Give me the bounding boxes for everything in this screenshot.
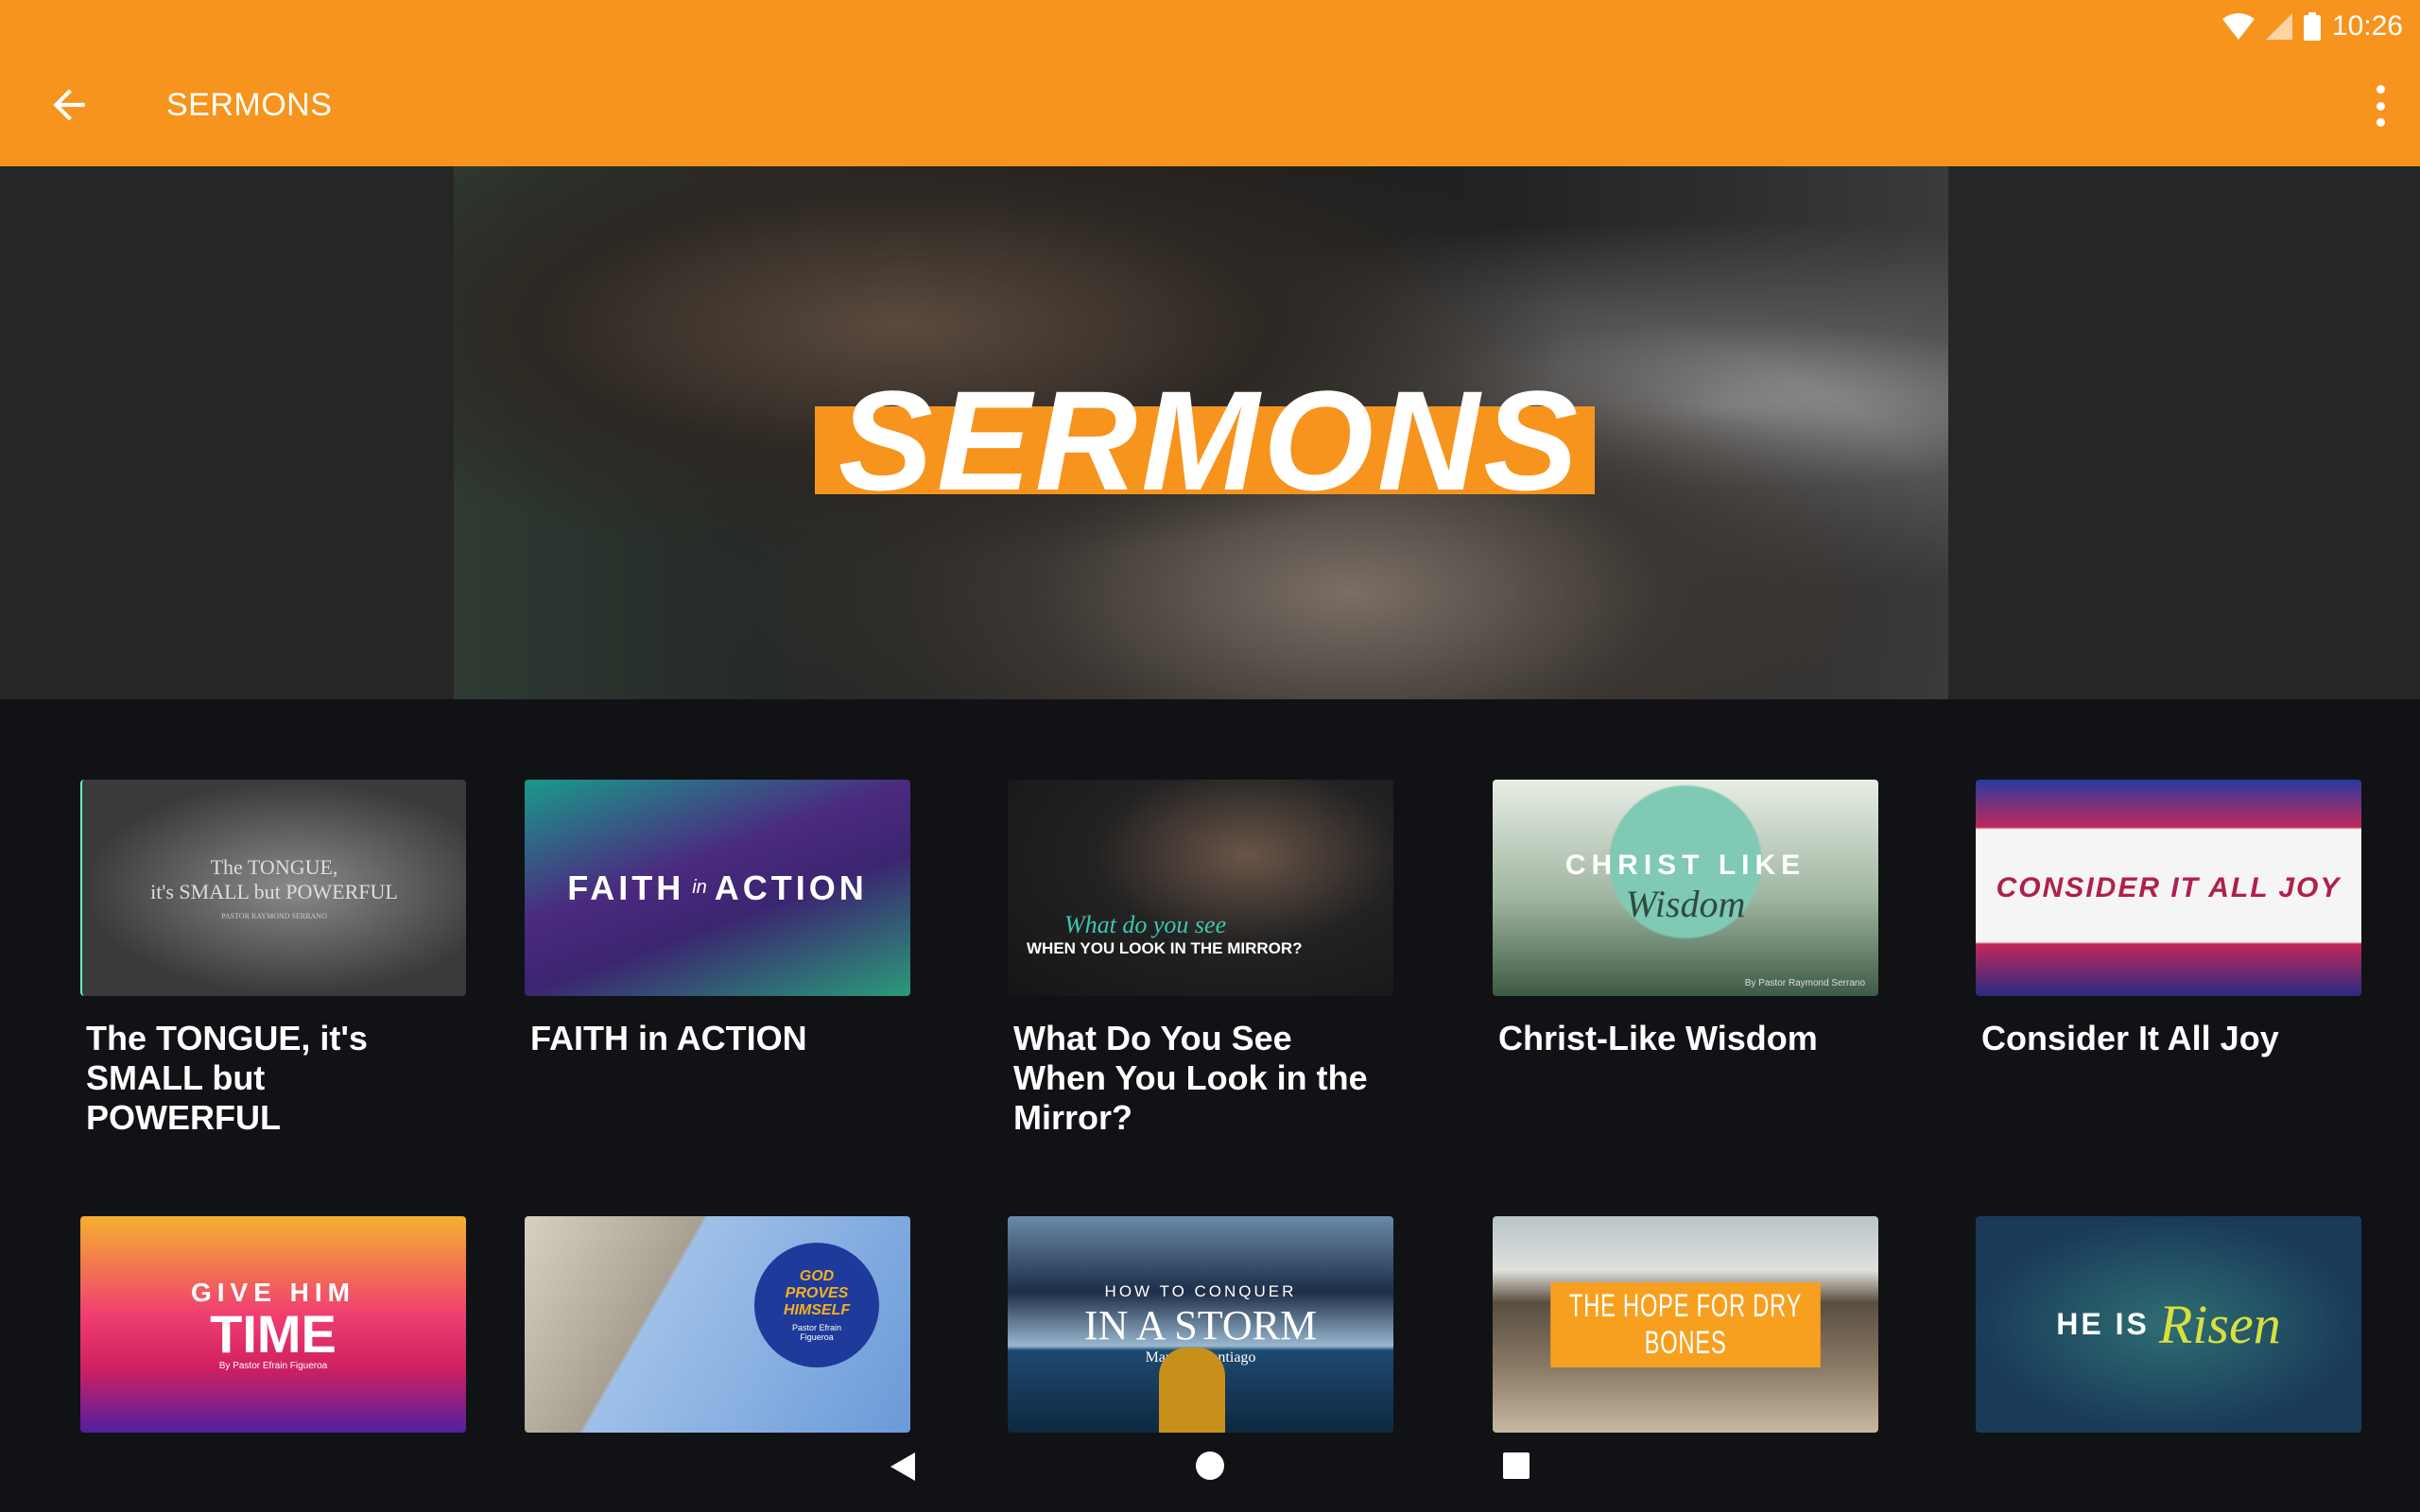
thumb-badge: GOD PROVES HIMSELF Pastor Efrain Figuero… (754, 1243, 879, 1367)
nav-recents-icon[interactable] (1502, 1452, 1530, 1480)
nav-home-icon[interactable] (1195, 1451, 1225, 1481)
more-options-icon[interactable] (2373, 85, 2388, 127)
sermon-thumbnail: FAITH in ACTION (525, 780, 910, 996)
thumb-text: By Pastor Raymond Serrano (1744, 978, 1865, 988)
sermon-thumbnail: The TONGUE, it's SMALL but POWERFUL PAST… (80, 780, 466, 996)
back-arrow-icon[interactable] (45, 81, 93, 129)
sermon-thumbnail: HE IS Risen (1976, 1216, 2361, 1433)
thumb-text: WHEN YOU LOOK IN THE MIRROR? (1027, 939, 1303, 957)
thumb-text: Pastor Efrain Figueroa (791, 1323, 842, 1342)
thumb-text: IN A STORM (1083, 1302, 1318, 1349)
thumb-text: HE IS (2056, 1307, 2150, 1341)
sermon-thumbnail: CONSIDER IT ALL JOY (1976, 780, 2361, 996)
sermon-card[interactable]: GOD PROVES HIMSELF Pastor Efrain Figuero… (525, 1216, 910, 1433)
system-nav-bar (0, 1427, 2420, 1512)
app-bar: 10:26 SERMONS (0, 0, 2420, 166)
sermon-title: What Do You See When You Look in the Mir… (1013, 1019, 1368, 1137)
thumb-text: it's SMALL but POWERFUL (150, 880, 398, 903)
thumb-text: CHRIST LIKE (1564, 850, 1806, 881)
clock: 10:26 (2331, 10, 2403, 42)
thumb-text: THE HOPE FOR DRY BONES (1550, 1281, 1821, 1367)
sermon-thumbnail: GIVE HIM TIME By Pastor Efrain Figueroa (80, 1216, 466, 1433)
nav-back-icon[interactable] (887, 1451, 919, 1483)
sermon-title: Consider It All Joy (1981, 1019, 2279, 1057)
battery-icon (2303, 12, 2321, 41)
sermon-title: The TONGUE, it's SMALL but POWERFUL (86, 1019, 368, 1137)
thumb-text: Wisdom (1625, 883, 1746, 925)
page-title: SERMONS (166, 87, 333, 123)
sermon-card[interactable]: The TONGUE, it's SMALL but POWERFUL PAST… (80, 780, 466, 1138)
hero-banner-text: SERMONS (838, 361, 1582, 520)
thumb-text: PASTOR RAYMOND SERRANO (221, 912, 327, 920)
thumb-text: GOD (799, 1268, 835, 1284)
thumb-text: Risen (2158, 1294, 2281, 1355)
sermon-thumbnail: What do you see WHEN YOU LOOK IN THE MIR… (1008, 780, 1393, 996)
sermon-thumbnail: CHRIST LIKE Wisdom By Pastor Raymond Ser… (1493, 780, 1878, 996)
sermon-card[interactable]: HE IS Risen (1976, 1216, 2361, 1433)
sermon-title: FAITH in ACTION (530, 1019, 807, 1057)
thumb-text: HOW TO CONQUER (1104, 1282, 1297, 1300)
sermon-thumbnail: GOD PROVES HIMSELF Pastor Efrain Figuero… (525, 1216, 910, 1433)
sermon-thumbnail: HOW TO CONQUER IN A STORM Maureen Santia… (1008, 1216, 1393, 1433)
sermon-thumbnail: THE HOPE FOR DRY BONES (1493, 1216, 1878, 1433)
sermon-title: Christ-Like Wisdom (1498, 1019, 1818, 1057)
sermon-card[interactable]: CHRIST LIKE Wisdom By Pastor Raymond Ser… (1493, 780, 1878, 1058)
sermon-card[interactable]: THE HOPE FOR DRY BONES (1493, 1216, 1878, 1433)
thumb-text: The TONGUE, (210, 855, 338, 879)
signal-icon (2265, 13, 2292, 40)
status-bar: 10:26 (2221, 8, 2403, 45)
sermon-card[interactable]: FAITH in ACTION FAITH in ACTION (525, 780, 910, 1058)
sermon-card[interactable]: What do you see WHEN YOU LOOK IN THE MIR… (1008, 780, 1393, 1138)
thumb-text: HIMSELF (783, 1302, 851, 1318)
sermon-card[interactable]: GIVE HIM TIME By Pastor Efrain Figueroa (80, 1216, 466, 1433)
sermon-card[interactable]: CONSIDER IT ALL JOY Consider It All Joy (1976, 780, 2361, 1058)
thumb-text: PROVES (785, 1285, 849, 1301)
thumb-text: By Pastor Efrain Figueroa (218, 1361, 328, 1371)
wifi-icon (2221, 13, 2255, 40)
thumb-text: CONSIDER IT ALL JOY (1996, 871, 2342, 903)
thumb-text: ACTION (714, 868, 868, 907)
thumb-text: in (692, 877, 707, 898)
thumb-text: TIME (210, 1304, 337, 1364)
hero-banner: SERMONS (0, 166, 2420, 699)
thumb-text: FAITH (567, 868, 685, 907)
sermon-card[interactable]: HOW TO CONQUER IN A STORM Maureen Santia… (1008, 1216, 1393, 1433)
raincoat-figure (1159, 1348, 1225, 1433)
thumb-text: What do you see (1064, 911, 1227, 938)
